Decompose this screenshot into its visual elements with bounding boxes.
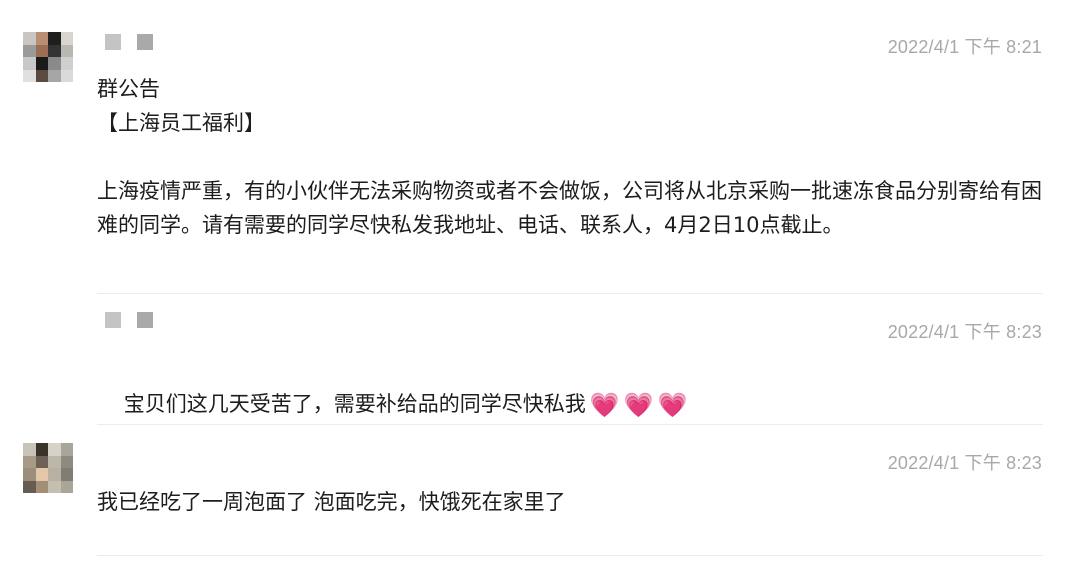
heart-emoji-icon: 💗: [623, 391, 654, 419]
announcement-title: 群公告: [97, 77, 160, 101]
chat-message: 2022/4/1 下午 8:23 宝贝们这几天受苦了，需要补给品的同学尽快私我 💗…: [0, 295, 1080, 425]
message-timestamp: 2022/4/1 下午 8:23: [887, 453, 1042, 473]
sender-name-redacted: [105, 34, 153, 50]
announcement-subtitle: 【上海员工福利】: [97, 111, 265, 135]
message-body: 宝贝们这几天受苦了，需要补给品的同学尽快私我: [123, 392, 586, 416]
avatar[interactable]: [23, 443, 73, 493]
message-timestamp: 2022/4/1 下午 8:23: [887, 322, 1042, 342]
message-timestamp: 2022/4/1 下午 8:21: [887, 37, 1042, 57]
chat-message: 2022/4/1 下午 8:23 我已经吃了一周泡面了 泡面吃完，快饿死在家里了: [0, 425, 1080, 570]
avatar[interactable]: [23, 32, 73, 82]
message-divider: [97, 293, 1043, 294]
message-divider: [97, 555, 1043, 556]
heart-emoji-icon: 💗: [657, 391, 688, 419]
sender-name-redacted: [105, 312, 153, 328]
heart-emoji-icon: 💗: [589, 391, 620, 419]
announcement-body: 上海疫情严重，有的小伙伴无法采购物资或者不会做饭，公司将从北京采购一批速冻食品分…: [97, 179, 1042, 237]
message-body: 我已经吃了一周泡面了 泡面吃完，快饿死在家里了: [97, 490, 566, 514]
chat-message-announcement: 2022/4/1 下午 8:21 群公告 【上海员工福利】 上海疫情严重，有的小…: [0, 0, 1080, 295]
